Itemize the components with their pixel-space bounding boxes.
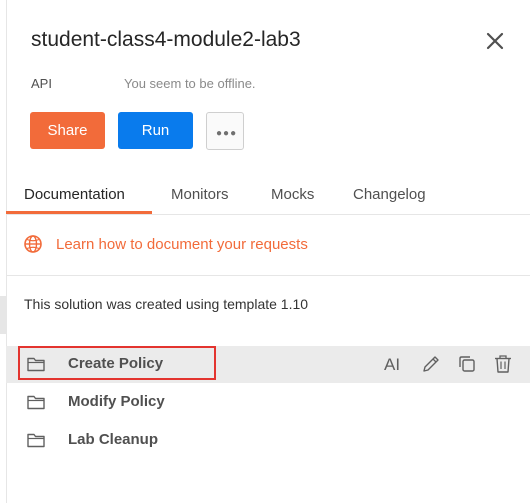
learn-row: Learn how to document your requests (6, 215, 530, 276)
more-options-icon: ●●● (216, 128, 238, 139)
tab-documentation[interactable]: Documentation (24, 186, 125, 203)
close-button[interactable] (482, 28, 508, 54)
collection-title: student-class4-module2-lab3 (31, 28, 301, 51)
active-tab-indicator (6, 211, 152, 214)
folder-icon (27, 433, 45, 448)
duplicate-icon (459, 356, 475, 372)
run-button[interactable]: Run (118, 112, 193, 149)
background-pane-row (0, 296, 6, 334)
edit-button[interactable] (420, 353, 442, 375)
learn-documentation-link[interactable]: Learn how to document your requests (56, 236, 308, 253)
folder-icon (27, 395, 45, 410)
tab-mocks[interactable]: Mocks (271, 186, 314, 203)
share-button[interactable]: Share (30, 112, 105, 149)
folder-name: Lab Cleanup (68, 431, 159, 448)
edit-pencil-icon (423, 356, 439, 372)
delete-button[interactable] (492, 353, 514, 375)
tab-bar: Documentation Monitors Mocks Changelog (6, 176, 530, 215)
tab-monitors[interactable]: Monitors (171, 186, 229, 203)
folder-row-actions: AI (384, 353, 518, 377)
rename-icon: AI (384, 355, 401, 374)
duplicate-button[interactable] (456, 353, 478, 375)
folder-row-create-policy[interactable]: Create Policy AI (6, 346, 530, 383)
close-icon (486, 32, 504, 50)
tab-changelog[interactable]: Changelog (353, 186, 426, 203)
collection-description: This solution was created using template… (24, 296, 309, 312)
delete-trash-icon (495, 355, 511, 373)
folder-row-modify-policy[interactable]: Modify Policy (6, 384, 530, 421)
api-label: API (31, 76, 52, 91)
folder-icon (27, 357, 45, 372)
more-options-button[interactable]: ●●● (206, 112, 244, 150)
rename-button[interactable]: AI (384, 353, 406, 375)
folder-row-lab-cleanup[interactable]: Lab Cleanup (6, 422, 530, 459)
folder-name: Create Policy (68, 355, 164, 372)
globe-icon (24, 235, 42, 253)
folder-name: Modify Policy (68, 393, 165, 410)
offline-status: You seem to be offline. (124, 76, 256, 91)
